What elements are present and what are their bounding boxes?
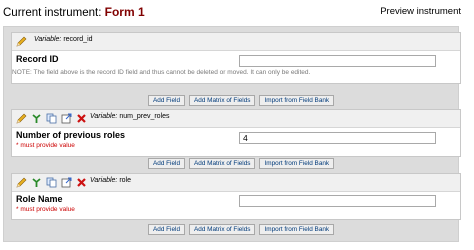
field-actions [15, 112, 87, 125]
branching-icon[interactable] [31, 113, 42, 124]
preview-instrument-link[interactable]: Preview instrument [380, 6, 461, 17]
required-note: * must provide value [16, 206, 75, 213]
fields-panel: Variable: record_id Record ID NOTE: The … [3, 26, 461, 242]
variable-name-label: Variable: record_id [34, 36, 93, 43]
variable-name: role [119, 177, 132, 184]
variable-prefix: Variable: [90, 113, 118, 120]
variable-prefix: Variable: [90, 177, 118, 184]
add-matrix-button[interactable]: Add Matrix of Fields [189, 158, 256, 169]
field-actions [15, 176, 87, 189]
role-name-input[interactable] [239, 195, 436, 207]
variable-name: num_prev_roles [119, 113, 170, 120]
field-actions [15, 35, 27, 48]
copy-icon[interactable] [46, 177, 57, 188]
import-field-bank-button[interactable]: Import from Field Bank [259, 224, 335, 235]
delete-icon[interactable] [76, 113, 87, 124]
pencil-icon[interactable] [15, 36, 27, 48]
field-label: Role Name [16, 194, 63, 204]
field-card-role: Variable: role Role Name * must provide … [11, 173, 461, 220]
field-toolbar: Variable: role [12, 174, 460, 192]
variable-name-label: Variable: num_prev_roles [90, 113, 170, 120]
add-field-buttons: Add Field Add Matrix of Fields Import fr… [148, 95, 335, 107]
variable-name: record_id [63, 36, 93, 43]
num-prev-roles-input[interactable]: 4 [239, 132, 436, 144]
variable-name-label: Variable: role [90, 177, 131, 184]
add-matrix-button[interactable]: Add Matrix of Fields [189, 95, 256, 106]
delete-icon[interactable] [76, 177, 87, 188]
field-card-num-prev-roles: Variable: num_prev_roles Number of previ… [11, 109, 461, 157]
add-field-buttons: Add Field Add Matrix of Fields Import fr… [148, 158, 335, 170]
field-card-record-id: Variable: record_id Record ID [11, 32, 461, 84]
add-field-button[interactable]: Add Field [148, 158, 185, 169]
record-id-note: NOTE: The field above is the record ID f… [12, 69, 311, 76]
pencil-icon[interactable] [15, 113, 27, 125]
import-field-bank-button[interactable]: Import from Field Bank [259, 158, 335, 169]
form-name: Form 1 [104, 5, 145, 19]
pencil-icon[interactable] [15, 177, 27, 189]
field-label: Record ID [16, 54, 59, 64]
move-icon[interactable] [61, 113, 72, 124]
add-field-button[interactable]: Add Field [148, 95, 185, 106]
add-field-buttons: Add Field Add Matrix of Fields Import fr… [148, 224, 335, 236]
field-toolbar: Variable: num_prev_roles [12, 110, 460, 128]
variable-prefix: Variable: [34, 36, 62, 43]
current-instrument-label: Current instrument: Form 1 [3, 5, 145, 19]
move-icon[interactable] [61, 177, 72, 188]
header: Current instrument: Form 1 Preview instr… [0, 0, 474, 24]
field-toolbar: Variable: record_id [12, 33, 460, 51]
import-field-bank-button[interactable]: Import from Field Bank [259, 95, 335, 106]
record-id-input[interactable] [239, 55, 436, 67]
current-instrument-prefix: Current instrument: [3, 7, 102, 19]
add-field-button[interactable]: Add Field [148, 224, 185, 235]
branching-icon[interactable] [31, 177, 42, 188]
field-label: Number of previous roles [16, 130, 126, 140]
add-matrix-button[interactable]: Add Matrix of Fields [189, 224, 256, 235]
required-note: * must provide value [16, 142, 75, 149]
copy-icon[interactable] [46, 113, 57, 124]
